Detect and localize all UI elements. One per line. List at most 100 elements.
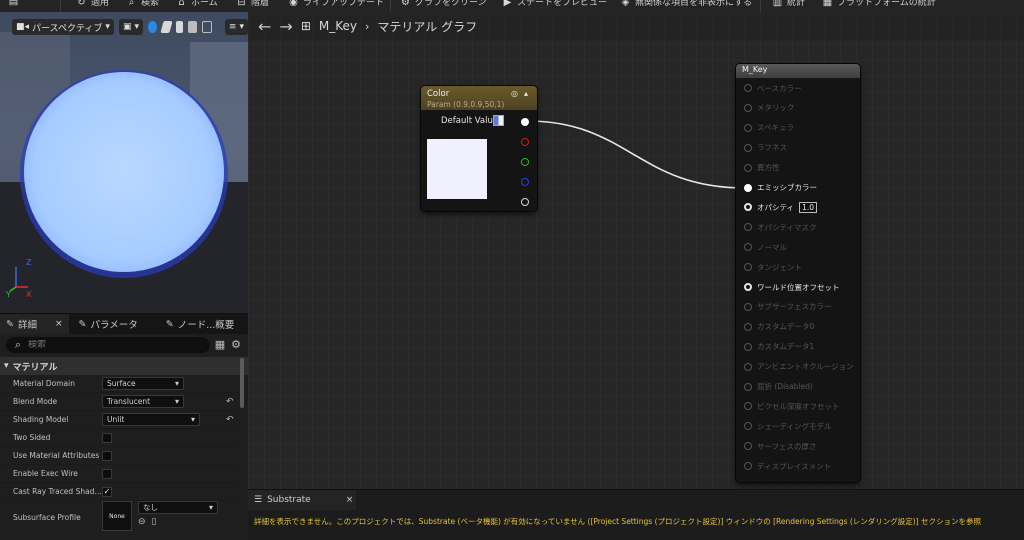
enable-exec-wire-checkbox[interactable] <box>102 468 112 479</box>
input-pin-row[interactable]: ベースカラー <box>744 82 802 94</box>
cast-ray-traced-shad-checkbox[interactable]: ✓ <box>102 486 112 497</box>
input-pin-row[interactable]: タンジェント <box>744 261 802 273</box>
pin-icon[interactable] <box>744 342 752 351</box>
input-pin-row[interactable]: ワールド位置オフセット <box>744 281 840 293</box>
pin-icon[interactable] <box>744 462 752 471</box>
pin-icon[interactable] <box>744 103 752 112</box>
input-pin-row[interactable]: シェーディングモデル <box>744 420 831 432</box>
pin-icon[interactable] <box>744 362 752 371</box>
toolbar-clean-graph-button[interactable]: ⚙ グラフをクリーン <box>400 0 487 9</box>
input-pin-row[interactable]: サーフェスの厚さ <box>744 440 817 452</box>
subsurface-thumbnail[interactable]: None <box>102 501 132 531</box>
material-domain-combo[interactable]: Surface ▾ <box>102 377 184 390</box>
close-icon[interactable]: × <box>346 495 354 505</box>
cube-preview-icon[interactable] <box>188 21 198 33</box>
collapse-icon[interactable]: ▴ <box>524 89 528 98</box>
color-parameter-node[interactable]: Color Param (0.9,0.9,50,1) ◎ ▴ Default V… <box>421 86 537 211</box>
pin-icon[interactable] <box>744 322 752 331</box>
toolbar-preview-state-button[interactable]: ▶ ステートをプレビュー <box>502 0 607 9</box>
material-result-node[interactable]: M_Key ベースカラー メタリックスペキュララフネス異方性エミッシブカラー オパシ… <box>736 64 860 482</box>
toolbar-stats-button[interactable]: ▥ 統計 <box>772 0 805 9</box>
toolbar-search-button[interactable]: ⌕ 検索 <box>126 0 159 9</box>
input-pin-row[interactable]: ノーマル <box>744 241 787 253</box>
two-sided-checkbox[interactable] <box>102 432 112 443</box>
settings-icon[interactable]: ◎ <box>511 89 518 98</box>
blend-mode-combo[interactable]: Translucent ▾ <box>102 395 184 408</box>
input-pin-row[interactable]: カスタムデータ1 <box>744 341 814 353</box>
details-tab-bar: ✎ 詳細 × ✎ パラメータ ✎ ノード...概要 <box>0 314 248 334</box>
opacity-value-box[interactable]: 1.0 <box>799 201 817 213</box>
pin-icon[interactable] <box>744 442 752 451</box>
input-pin-row[interactable]: スペキュラ <box>744 122 794 134</box>
tab-substrate[interactable]: ☰ Substrate × <box>248 490 356 510</box>
input-pin-row[interactable]: 屈折 (Disabled) <box>744 381 813 393</box>
pin-icon[interactable] <box>744 302 752 311</box>
reset-arrow-icon[interactable]: ↶ <box>226 415 234 425</box>
pin-icon[interactable] <box>744 243 752 252</box>
input-pin-row[interactable]: エミッシブカラー <box>744 182 817 194</box>
input-pin-row[interactable]: オパシティマスク <box>744 221 817 233</box>
cylinder-preview-icon[interactable] <box>160 21 173 33</box>
tab-parameters[interactable]: ✎ パラメータ <box>73 314 144 334</box>
browse-asset-icon[interactable]: ▯ <box>152 517 157 527</box>
input-pin-row[interactable]: ピクセル深度オフセット <box>744 400 840 412</box>
output-pin-4[interactable] <box>521 198 529 206</box>
pin-icon[interactable] <box>744 263 752 272</box>
table-view-icon[interactable]: ▦ <box>214 339 226 351</box>
toolbar-platform-stats-button[interactable]: ▦ プラットフォームの統計 <box>822 0 936 9</box>
pin-icon[interactable] <box>744 163 752 172</box>
toolbar-save-button[interactable]: ▤ <box>8 0 19 7</box>
color-picker-swatch[interactable] <box>493 115 504 126</box>
input-pin-row[interactable]: ディスプレイスメント <box>744 460 831 472</box>
shading-model-combo[interactable]: Unlit ▾ <box>102 413 200 426</box>
pin-icon[interactable] <box>744 422 752 431</box>
pin-icon[interactable] <box>744 203 752 212</box>
output-pin-3[interactable] <box>521 178 529 186</box>
pin-icon[interactable] <box>744 223 752 232</box>
details-search-box[interactable]: ⌕ <box>6 337 210 353</box>
input-pin-row[interactable]: アンビエントオクルージョン <box>744 361 854 373</box>
output-pin-1[interactable] <box>521 138 529 146</box>
view-mode-dropdown[interactable]: ■◂ パースペクティブ ▾ <box>12 19 114 35</box>
viewport-menu-button[interactable]: ≡ ▾ <box>224 19 248 35</box>
input-pin-row[interactable]: 異方性 <box>744 162 780 174</box>
pin-icon[interactable] <box>744 283 752 291</box>
details-scrollbar[interactable] <box>240 358 244 408</box>
use-asset-icon[interactable]: ⊖ <box>138 517 146 527</box>
output-pin-2[interactable] <box>521 158 529 166</box>
input-pin-row[interactable]: サブサーフェスカラー <box>744 301 832 313</box>
category-header-material[interactable]: ▾ マテリアル <box>0 357 248 375</box>
pin-icon[interactable] <box>744 183 752 192</box>
input-pin-row[interactable]: ラフネス <box>744 142 787 154</box>
tab-details[interactable]: ✎ 詳細 × <box>0 314 69 334</box>
show-options-dropdown[interactable]: ▣ ▾ <box>118 19 143 35</box>
custom-mesh-icon[interactable] <box>202 21 212 33</box>
toolbar-home-button[interactable]: ⌂ ホーム <box>176 0 217 9</box>
output-pin-0[interactable] <box>521 118 529 126</box>
details-search-input[interactable] <box>28 340 198 350</box>
sphere-preview-icon[interactable] <box>148 21 157 33</box>
result-node-title[interactable]: M_Key <box>736 64 860 78</box>
preview-viewport[interactable]: ■◂ パースペクティブ ▾ ▣ ▾ ≡ ▾ Z Y X <box>0 12 248 313</box>
input-pin-row[interactable]: メタリック <box>744 102 795 114</box>
toolbar-hierarchy-button[interactable]: ⊟ 階層 <box>236 0 269 9</box>
input-pin-row[interactable]: カスタムデータ0 <box>744 321 814 333</box>
toolbar-apply-button[interactable]: ↻ 適用 <box>76 0 109 9</box>
gear-icon[interactable]: ⚙ <box>230 339 242 351</box>
pin-icon[interactable] <box>744 402 752 411</box>
input-pin-row[interactable]: オパシティ 1.0 <box>744 201 817 213</box>
subsurface-combo[interactable]: なし ▾ <box>138 501 218 514</box>
material-graph-canvas[interactable]: ← → ⊞ M_Key › マテリアル グラフ Color Param (0.9… <box>248 12 1024 489</box>
pin-icon[interactable] <box>744 382 752 391</box>
color-node-header[interactable]: Color Param (0.9,0.9,50,1) ◎ ▴ <box>421 86 537 110</box>
use-material-attributes-checkbox[interactable] <box>102 450 112 461</box>
tab-node-palette[interactable]: ✎ ノード...概要 <box>160 314 241 334</box>
pin-icon[interactable] <box>744 123 752 132</box>
reset-arrow-icon[interactable]: ↶ <box>226 397 234 407</box>
pin-icon[interactable] <box>744 143 752 152</box>
toolbar-hide-unrelated-button[interactable]: ◈ 無関係な項目を非表示にする <box>620 0 752 9</box>
toolbar-live-update-button[interactable]: ◉ ライブアップデート <box>288 0 384 9</box>
pin-icon[interactable] <box>744 84 752 92</box>
close-icon[interactable]: × <box>55 319 63 329</box>
plane-preview-icon[interactable] <box>175 21 184 33</box>
